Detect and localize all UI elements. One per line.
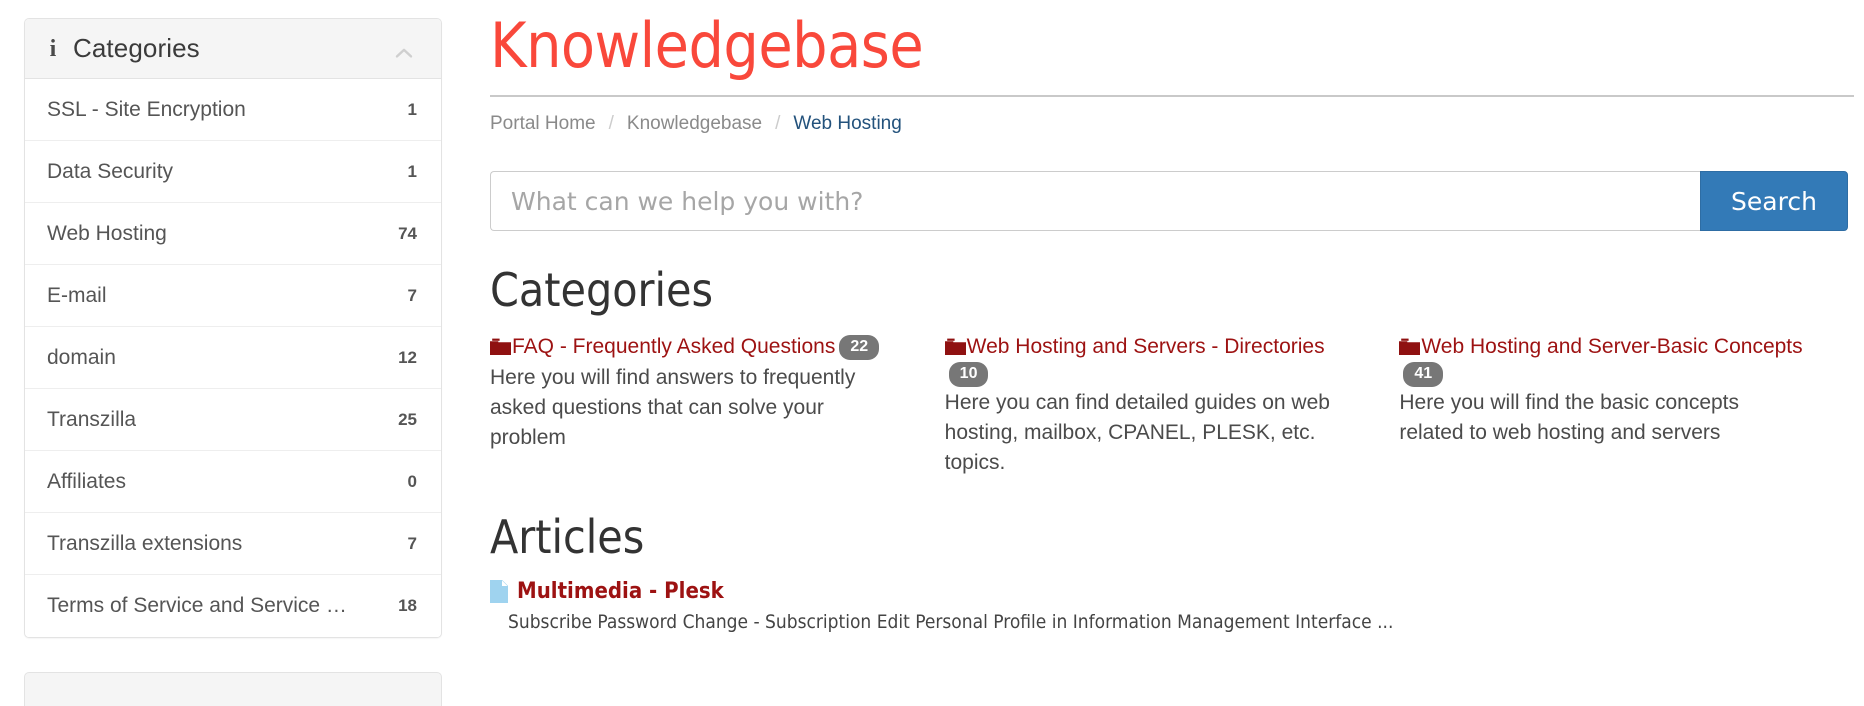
sidebar-item-ssl-site-encryption[interactable]: SSL - Site Encryption 1 bbox=[25, 79, 441, 141]
main-content: Knowledgebase Portal Home / Knowledgebas… bbox=[490, 0, 1854, 635]
breadcrumb: Portal Home / Knowledgebase / Web Hostin… bbox=[490, 113, 1854, 135]
category-description-faq: Here you will find answers to frequently… bbox=[490, 366, 856, 449]
categories-grid: FAQ - Frequently Asked Questions 22 Here … bbox=[490, 332, 1854, 477]
category-link-faq[interactable]: FAQ - Frequently Asked Questions bbox=[490, 335, 835, 358]
sidebar-item-count: 7 bbox=[407, 533, 417, 553]
sidebar-item-count: 25 bbox=[398, 409, 417, 429]
sidebar-item-count: 74 bbox=[398, 223, 417, 243]
category-title-web-hosting-servers-directories: Web Hosting and Servers - Directories bbox=[966, 335, 1325, 359]
sidebar-item-label: Transzilla extensions bbox=[47, 531, 243, 555]
category-description-web-hosting-server-basic-concepts: Here you will find the basic concepts re… bbox=[1399, 391, 1740, 445]
sidebar-item-count: 0 bbox=[407, 471, 417, 491]
article-list-item: Multimedia - Plesk Subscribe Password Ch… bbox=[490, 579, 1854, 635]
sidebar-item-count: 12 bbox=[398, 347, 417, 367]
categories-section-heading: Categories bbox=[490, 263, 714, 318]
category-description-web-hosting-servers-directories: Here you can find detailed guides on web… bbox=[944, 391, 1330, 474]
sidebar-item-e-mail[interactable]: E-mail 7 bbox=[25, 265, 441, 327]
sidebar-item-label: Web Hosting bbox=[47, 221, 167, 245]
panel-spacer bbox=[24, 638, 442, 672]
category-count-badge: 22 bbox=[839, 335, 880, 361]
category-title-row: FAQ - Frequently Asked Questions 22 bbox=[490, 332, 897, 362]
category-card-web-hosting-server-basic-concepts: Web Hosting and Server-Basic Concepts41 … bbox=[1399, 332, 1854, 477]
category-count-badge: 41 bbox=[1403, 362, 1444, 388]
categories-panel-header[interactable]: i Categories bbox=[25, 19, 441, 79]
article-excerpt: Subscribe Password Change - Subscription… bbox=[508, 610, 1394, 633]
secondary-panel-header-partial[interactable] bbox=[24, 672, 442, 706]
category-title-faq: FAQ - Frequently Asked Questions bbox=[512, 335, 836, 359]
sidebar-item-affiliates[interactable]: Affiliates 0 bbox=[25, 451, 441, 513]
sidebar-item-terms-of-service[interactable]: Terms of Service and Service … 18 bbox=[25, 575, 441, 637]
sidebar-item-label: Terms of Service and Service … bbox=[47, 594, 347, 617]
sidebar-item-count: 1 bbox=[407, 99, 417, 119]
breadcrumb-separator: / bbox=[608, 113, 614, 135]
categories-panel-title-label: Categories bbox=[73, 33, 200, 63]
category-title-web-hosting-server-basic-concepts: Web Hosting and Server-Basic Concepts bbox=[1421, 335, 1803, 359]
sidebar-item-count: 1 bbox=[407, 161, 417, 181]
sidebar-item-label: Data Security bbox=[47, 159, 174, 183]
title-divider bbox=[490, 95, 1854, 98]
folder-icon bbox=[944, 338, 966, 356]
sidebar-item-label: Affiliates bbox=[47, 469, 126, 493]
search-button[interactable]: Search bbox=[1700, 171, 1848, 232]
articles-section-heading: Articles bbox=[490, 509, 645, 564]
page-title: Knowledgebase bbox=[490, 9, 924, 82]
category-list: SSL - Site Encryption 1 Data Security 1 … bbox=[25, 79, 441, 637]
document-icon bbox=[490, 579, 508, 603]
category-count-badge: 10 bbox=[948, 362, 989, 388]
sidebar-item-transzilla-extensions[interactable]: Transzilla extensions 7 bbox=[25, 513, 441, 575]
sidebar-item-count: 7 bbox=[407, 285, 417, 305]
category-link-web-hosting-servers-directories[interactable]: Web Hosting and Servers - Directories bbox=[944, 335, 1325, 359]
article-title-row: Multimedia - Plesk bbox=[490, 579, 1854, 604]
sidebar-item-label: domain bbox=[47, 345, 116, 369]
knowledgebase-page: i Categories SSL - Site Encryption 1 Dat… bbox=[0, 0, 1864, 706]
breadcrumb-item-knowledgebase[interactable]: Knowledgebase bbox=[627, 113, 762, 135]
category-link-web-hosting-server-basic-concepts[interactable]: Web Hosting and Server-Basic Concepts bbox=[1399, 335, 1803, 359]
sidebar-item-data-security[interactable]: Data Security 1 bbox=[25, 141, 441, 203]
search-input[interactable] bbox=[490, 171, 1700, 232]
sidebar-item-domain[interactable]: domain 12 bbox=[25, 327, 441, 389]
sidebar-item-label: Transzilla bbox=[47, 407, 137, 431]
breadcrumb-separator: / bbox=[775, 113, 781, 135]
category-card-faq: FAQ - Frequently Asked Questions 22 Here … bbox=[490, 332, 945, 477]
breadcrumb-item-portal-home[interactable]: Portal Home bbox=[490, 113, 596, 135]
breadcrumb-item-web-hosting[interactable]: Web Hosting bbox=[793, 113, 901, 135]
sidebar: i Categories SSL - Site Encryption 1 Dat… bbox=[24, 18, 442, 706]
sidebar-item-label: E-mail bbox=[47, 283, 107, 307]
info-icon: i bbox=[49, 35, 57, 62]
article-link-multimedia-plesk[interactable]: Multimedia - Plesk bbox=[517, 579, 724, 604]
chevron-up-icon[interactable] bbox=[393, 42, 415, 64]
category-title-row: Web Hosting and Servers - Directories 10 bbox=[944, 332, 1352, 388]
category-title-row: Web Hosting and Server-Basic Concepts 41 bbox=[1399, 332, 1806, 388]
sidebar-item-web-hosting[interactable]: Web Hosting 74 bbox=[25, 203, 441, 265]
folder-icon bbox=[490, 338, 511, 356]
sidebar-item-label: SSL - Site Encryption bbox=[47, 97, 246, 121]
panel-title: i Categories bbox=[47, 33, 200, 64]
sidebar-item-count: 18 bbox=[398, 596, 417, 615]
category-card-web-hosting-servers-directories: Web Hosting and Servers - Directories10 … bbox=[944, 332, 1400, 477]
categories-panel: i Categories SSL - Site Encryption 1 Dat… bbox=[24, 18, 442, 638]
search-form: Search bbox=[490, 171, 1848, 232]
sidebar-item-transzilla[interactable]: Transzilla 25 bbox=[25, 389, 441, 451]
folder-icon bbox=[1399, 338, 1421, 356]
